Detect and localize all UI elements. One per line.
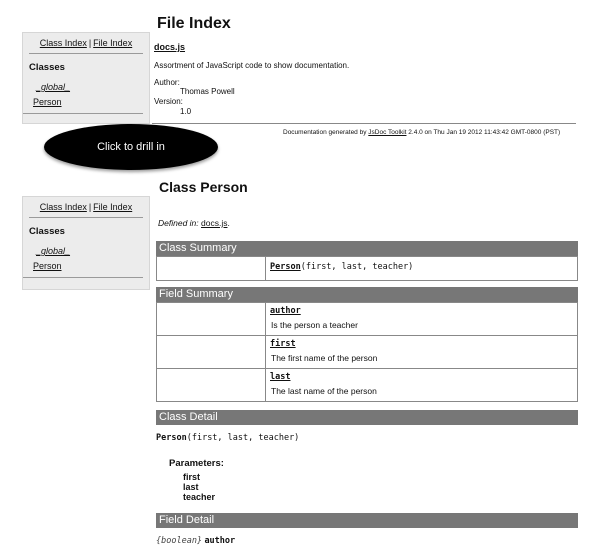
file-index-link[interactable]: File Index: [93, 38, 132, 48]
page-title-class-person: Class Person: [159, 179, 248, 195]
classes-heading: Classes: [29, 62, 65, 73]
constructor-link[interactable]: Person: [270, 262, 301, 272]
sidebar-nav: Class Index | File Index: [29, 33, 143, 54]
parameter-last: last: [183, 482, 199, 492]
file-link[interactable]: docs.js: [154, 42, 185, 52]
parameters-heading: Parameters:: [169, 458, 224, 469]
class-link-global[interactable]: _global_: [33, 246, 70, 256]
footer-divider: [152, 123, 576, 124]
table-cell: Person(first, last, teacher): [265, 256, 578, 281]
class-summary-table: Person(first, last, teacher): [156, 256, 578, 281]
table-row: Person(first, last, teacher): [156, 256, 578, 281]
field-link-last[interactable]: last: [270, 372, 290, 382]
defined-in-label: Defined in:: [158, 218, 199, 228]
version-value: 1.0: [180, 107, 192, 116]
class-index-link[interactable]: Class Index: [40, 202, 87, 212]
class-summary-header: Class Summary: [156, 241, 578, 256]
detail-signature-name: Person: [156, 433, 187, 443]
field-link-first[interactable]: first: [270, 339, 296, 349]
sidebar-nav: Class Index | File Index: [29, 197, 143, 218]
page-title-file-index: File Index: [157, 15, 231, 32]
table-cell: author Is the person a teacher: [265, 302, 578, 336]
field-detail-header: Field Detail: [156, 513, 578, 528]
parameter-first: first: [183, 472, 201, 482]
field-desc-last: The last name of the person: [271, 386, 377, 396]
author-label: Author:: [154, 78, 180, 87]
classes-list: _global_ Person: [23, 237, 143, 278]
table-row: last The last name of the person: [156, 368, 578, 402]
field-summary-header: Field Summary: [156, 287, 578, 302]
drill-in-callout: Click to drill in: [44, 124, 218, 170]
table-cell-empty: [156, 335, 266, 369]
table-cell: first The first name of the person: [265, 335, 578, 369]
defined-in-file-link[interactable]: docs.js: [201, 218, 227, 228]
class-detail-header: Class Detail: [156, 410, 578, 425]
table-cell: last The last name of the person: [265, 368, 578, 402]
table-cell-empty: [156, 368, 266, 402]
table-row: first The first name of the person: [156, 335, 578, 369]
classes-heading: Classes: [29, 226, 65, 237]
footer-suffix: 2.4.0 on Thu Jan 19 2012 11:43:42 GMT-08…: [408, 129, 561, 136]
sidebar-top: Class Index | File Index Classes _global_ …: [22, 32, 150, 124]
table-row: author Is the person a teacher: [156, 302, 578, 336]
version-label: Version:: [154, 97, 183, 106]
jsdoc-toolkit-link[interactable]: JsDoc Toolkit: [368, 129, 406, 136]
table-cell-empty: [156, 256, 266, 281]
field-detail-name: author: [204, 536, 236, 546]
detail-signature-args: (first, last, teacher): [186, 433, 300, 443]
class-link-person[interactable]: Person: [33, 261, 62, 271]
nav-separator: |: [88, 202, 92, 212]
field-summary-table: author Is the person a teacher first The…: [156, 302, 578, 402]
field-link-author[interactable]: author: [270, 306, 301, 316]
author-value: Thomas Powell: [180, 87, 235, 96]
file-description: Assortment of JavaScript code to show do…: [154, 61, 350, 70]
constructor-args: (first, last, teacher): [300, 262, 414, 272]
field-desc-author: Is the person a teacher: [271, 320, 358, 330]
generated-footer: Documentation generated by JsDoc Toolkit…: [283, 129, 560, 136]
defined-in: Defined in: docs.js.: [158, 218, 230, 228]
detail-signature: Person(first, last, teacher): [156, 432, 299, 443]
field-detail-signature: {boolean} author: [156, 535, 235, 546]
parameter-teacher: teacher: [183, 492, 216, 502]
class-link-global[interactable]: _global_: [33, 82, 70, 92]
classes-list: _global_ Person: [23, 73, 143, 114]
field-desc-first: The first name of the person: [271, 353, 378, 363]
nav-separator: |: [88, 38, 92, 48]
file-index-link[interactable]: File Index: [93, 202, 132, 212]
sidebar-bottom: Class Index | File Index Classes _global_ …: [22, 196, 150, 290]
defined-in-period: .: [227, 218, 230, 228]
footer-prefix: Documentation generated by: [283, 129, 367, 136]
class-link-person[interactable]: Person: [33, 97, 62, 107]
class-index-link[interactable]: Class Index: [40, 38, 87, 48]
field-detail-type: {boolean}: [156, 536, 203, 546]
table-cell-empty: [156, 302, 266, 336]
